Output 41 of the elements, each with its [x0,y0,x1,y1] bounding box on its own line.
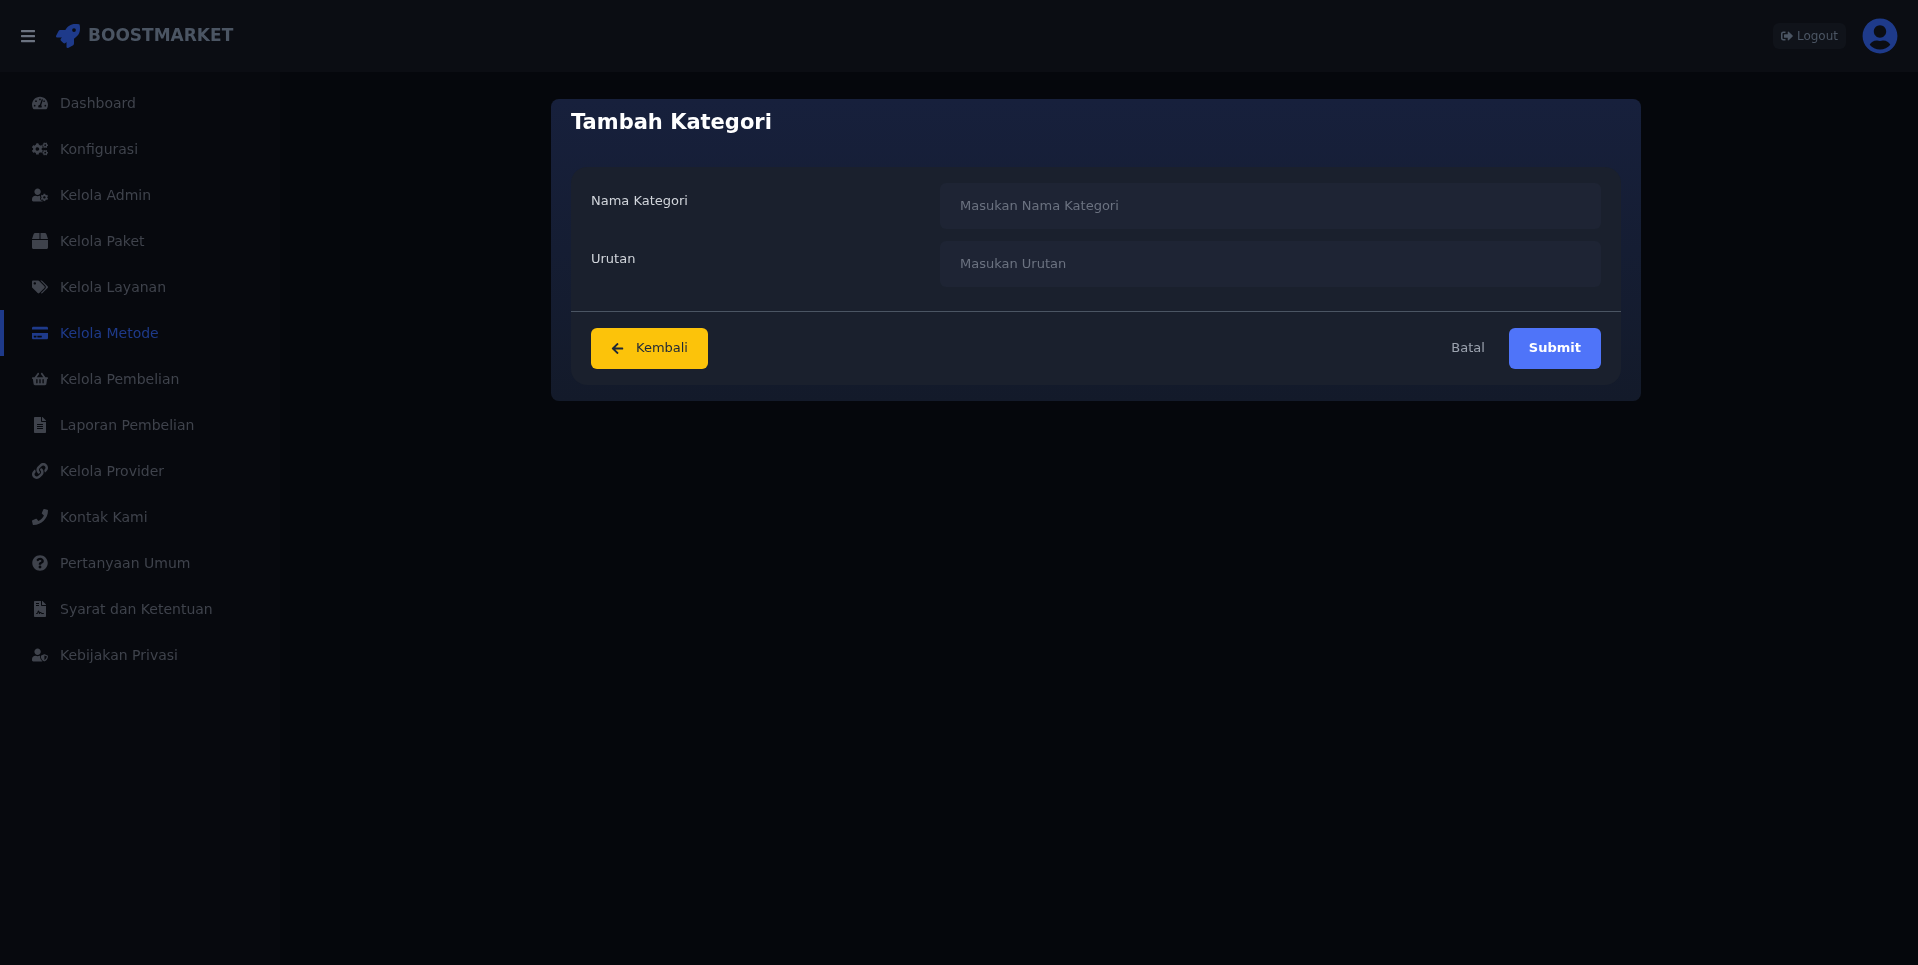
question-icon [32,555,48,571]
credit-card-icon [32,325,48,341]
submit-button[interactable]: Submit [1508,327,1601,369]
user-gear-icon [32,187,48,203]
gears-icon [32,141,48,157]
sidebar-item[interactable]: Pertanyaan Umum [0,540,280,586]
arrow-left-icon [611,341,624,355]
cancel-button[interactable]: Batal [1451,338,1485,358]
gauge-icon [32,95,48,111]
document-icon [32,417,48,433]
basket-icon [32,371,48,387]
link-icon [32,463,48,479]
sidebar-item[interactable]: Kontak Kami [0,494,280,540]
sidebar-item[interactable]: Syarat dan Ketentuan [0,586,280,632]
logout-button[interactable]: Logout [1772,23,1846,49]
sidebar-item[interactable]: Kelola Admin [0,172,280,218]
sidebar-item[interactable]: Kebijakan Privasi [0,632,280,678]
box-icon [32,233,48,249]
input-field[interactable]: Masukan Urutan [940,240,1601,287]
menu-button[interactable] [20,28,36,44]
sidebar-item[interactable]: Kelola Provider [0,448,280,494]
phone-icon [32,509,48,525]
rocket-icon [56,24,80,48]
tags-icon [32,279,48,295]
menu-icon [20,28,36,44]
sidebar-item[interactable]: Kelola Pembelian [0,356,280,402]
brand-name: BOOSTMARKET [88,24,234,48]
field-label: Urutan [591,249,637,268]
sidebar-item[interactable]: Laporan Pembelian [0,402,280,448]
back-button[interactable]: Kembali [591,327,708,369]
sidebar-item[interactable]: Kelola Paket [0,218,280,264]
sidebar-item[interactable]: Konfigurasi [0,126,280,172]
sidebar-item[interactable]: Kelola Layanan [0,264,280,310]
contract-icon [32,601,48,617]
sidebar-item[interactable]: Kelola Metode [0,310,280,356]
user-shield-icon [32,647,48,663]
card-title: Tambah Kategori [571,109,773,136]
logout-icon [1780,30,1793,42]
sidebar-item[interactable]: Dashboard [0,80,280,126]
field-label: Nama Kategori [591,191,689,210]
input-field[interactable]: Masukan Nama Kategori [940,182,1601,229]
